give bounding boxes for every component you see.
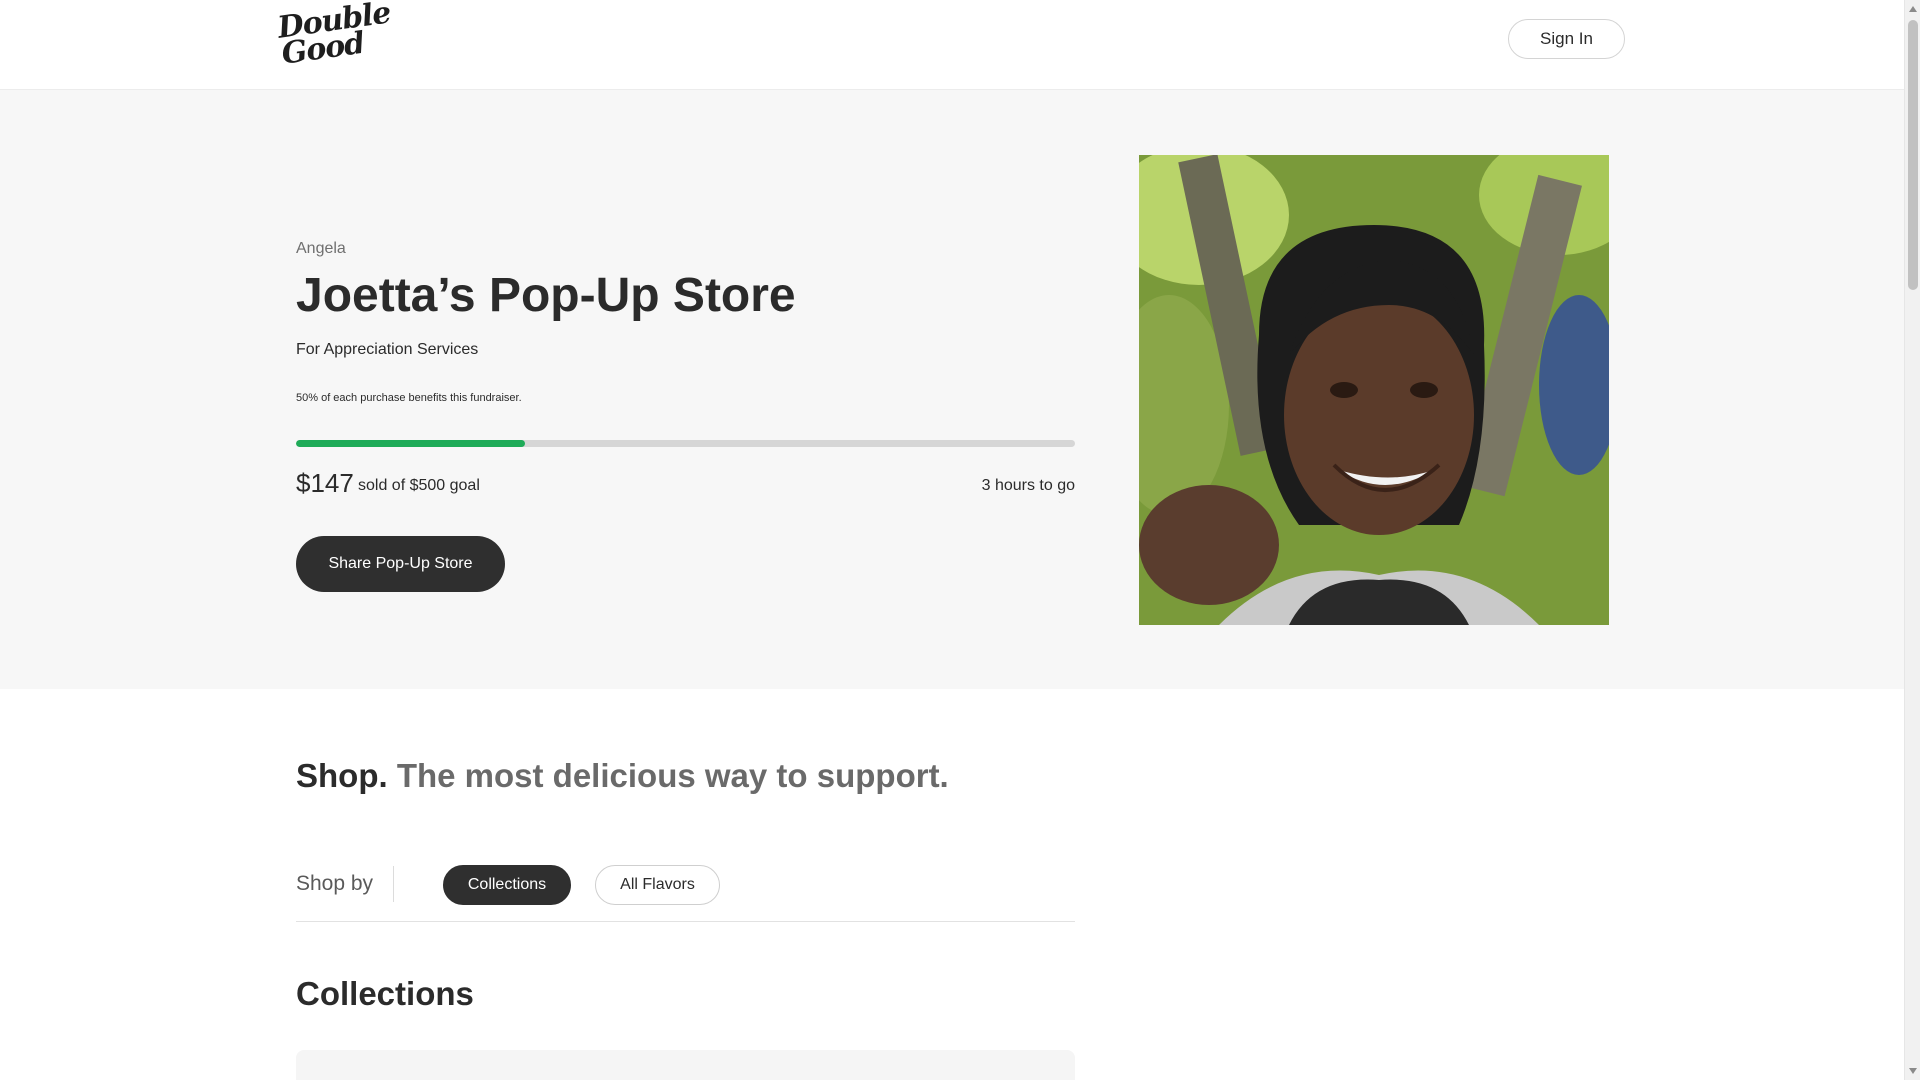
shop-heading-tagline: The most delicious way to support. <box>396 757 949 794</box>
owner-name: Angela <box>296 240 346 257</box>
scrollbar-thumb[interactable] <box>1908 20 1918 290</box>
goal-text: sold of $500 goal <box>358 477 480 494</box>
goal-progress-fill <box>296 440 526 447</box>
time-remaining: 3 hours to go <box>981 477 1075 494</box>
collection-card[interactable] <box>296 1050 1075 1080</box>
shop-by-divider <box>393 866 394 902</box>
organizer-photo <box>1139 155 1609 625</box>
collections-title: Collections <box>296 975 474 1012</box>
tab-collections[interactable]: Collections <box>443 865 571 905</box>
benefit-note: 50% of each purchase benefits this fundr… <box>296 392 522 404</box>
page: Double Good Sign In Angela Joetta’s Pop-… <box>0 0 1920 1080</box>
tab-all-flavors[interactable]: All Flavors <box>595 865 720 905</box>
logo-line-2: Good <box>279 25 367 72</box>
store-hero: Angela Joetta’s Pop-Up Store For Appreci… <box>0 90 1904 689</box>
goal-progress-bar <box>296 440 1075 447</box>
shop-heading-strong: Shop. <box>296 757 388 794</box>
page-scrollbar[interactable] <box>1904 0 1920 1080</box>
store-subtitle: For Appreciation Services <box>296 341 479 358</box>
sign-in-button[interactable]: Sign In <box>1508 19 1625 59</box>
shop-by-label: Shop by <box>296 872 374 895</box>
shop-by-divider-line <box>296 921 1075 922</box>
top-nav: Double Good Sign In <box>0 0 1904 90</box>
organizer-photo-image <box>1139 155 1609 625</box>
store-title: Joetta’s Pop-Up Store <box>296 269 796 322</box>
scroll-down-arrow-icon[interactable] <box>1909 1068 1917 1074</box>
shop-heading: Shop. The most delicious way to support. <box>296 757 949 795</box>
double-good-logo[interactable]: Double Good <box>275 0 392 74</box>
scroll-up-arrow-icon[interactable] <box>1909 6 1917 12</box>
raised-amount: $147 <box>296 468 354 498</box>
share-store-button[interactable]: Share Pop-Up Store <box>296 536 505 592</box>
